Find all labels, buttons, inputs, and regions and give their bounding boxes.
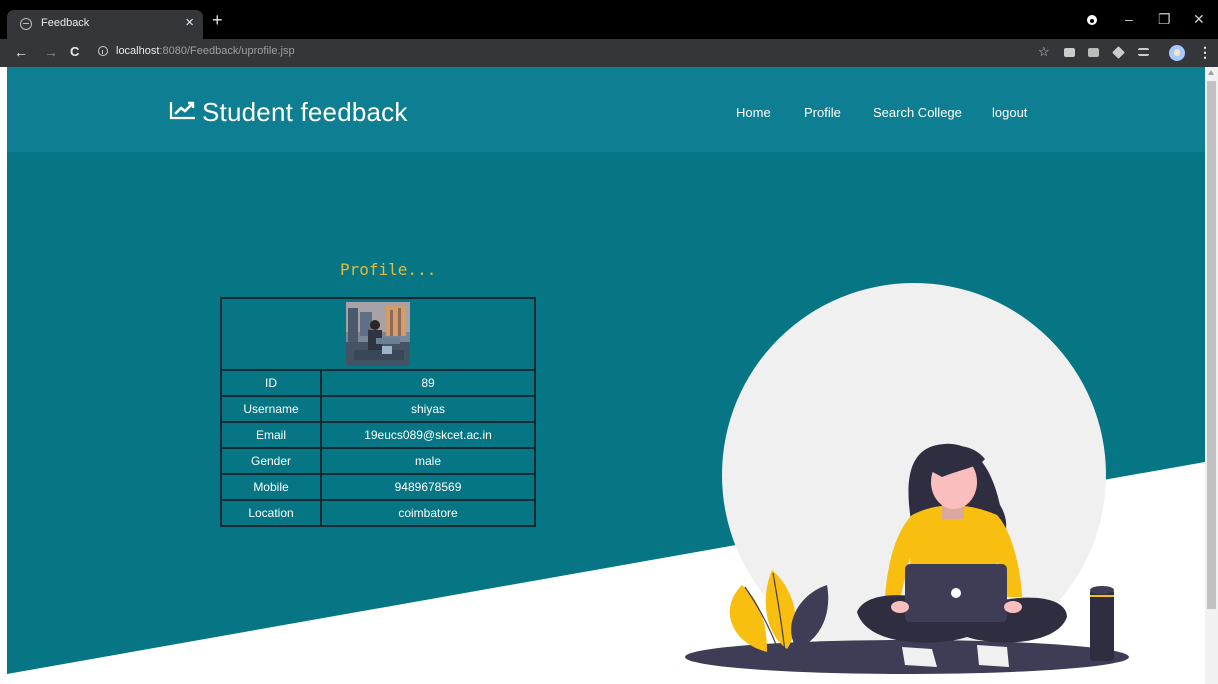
minimize-button[interactable]: – [1125, 12, 1133, 26]
back-button[interactable]: ← [14, 44, 28, 60]
media-extension-icon[interactable] [1064, 48, 1075, 57]
forward-button[interactable]: → [44, 44, 58, 60]
browser-toolbar: ← → C localhost:8080/Feedback/uprofile.j… [0, 39, 1218, 67]
student-laptop-illustration [685, 283, 1129, 674]
tab-close-icon[interactable]: × [185, 14, 194, 32]
page-scrollbar[interactable] [1205, 67, 1218, 684]
web-page: Student feedback Home Profile Search Col… [7, 67, 1205, 684]
browser-tabstrip: Feedback × + – ❐ ✕ [0, 0, 1218, 39]
site-info-icon[interactable] [98, 46, 108, 56]
tab-title: Feedback [41, 17, 90, 29]
close-window-button[interactable]: ✕ [1193, 12, 1205, 26]
speaker-illustration [1090, 586, 1114, 661]
browser-menu-icon[interactable]: ⋮ [1198, 45, 1212, 59]
new-tab-button[interactable]: + [212, 11, 223, 29]
address-bar[interactable]: localhost:8080/Feedback/uprofile.jsp [90, 42, 1120, 63]
scrollbar-thumb[interactable] [1207, 81, 1216, 609]
profile-avatar-icon[interactable] [1169, 45, 1185, 61]
browser-account-icon[interactable] [1087, 15, 1097, 25]
bookmark-star-icon[interactable]: ☆ [1038, 44, 1050, 60]
reading-list-icon[interactable] [1138, 48, 1149, 56]
maximize-button[interactable]: ❐ [1158, 12, 1171, 26]
url-text: localhost:8080/Feedback/uprofile.jsp [116, 45, 295, 57]
reload-button[interactable]: C [70, 44, 79, 60]
extension-icon[interactable] [1088, 48, 1099, 57]
browser-tab[interactable]: Feedback × [7, 10, 203, 39]
scroll-up-arrow-icon[interactable] [1208, 70, 1214, 75]
globe-icon [20, 18, 32, 30]
